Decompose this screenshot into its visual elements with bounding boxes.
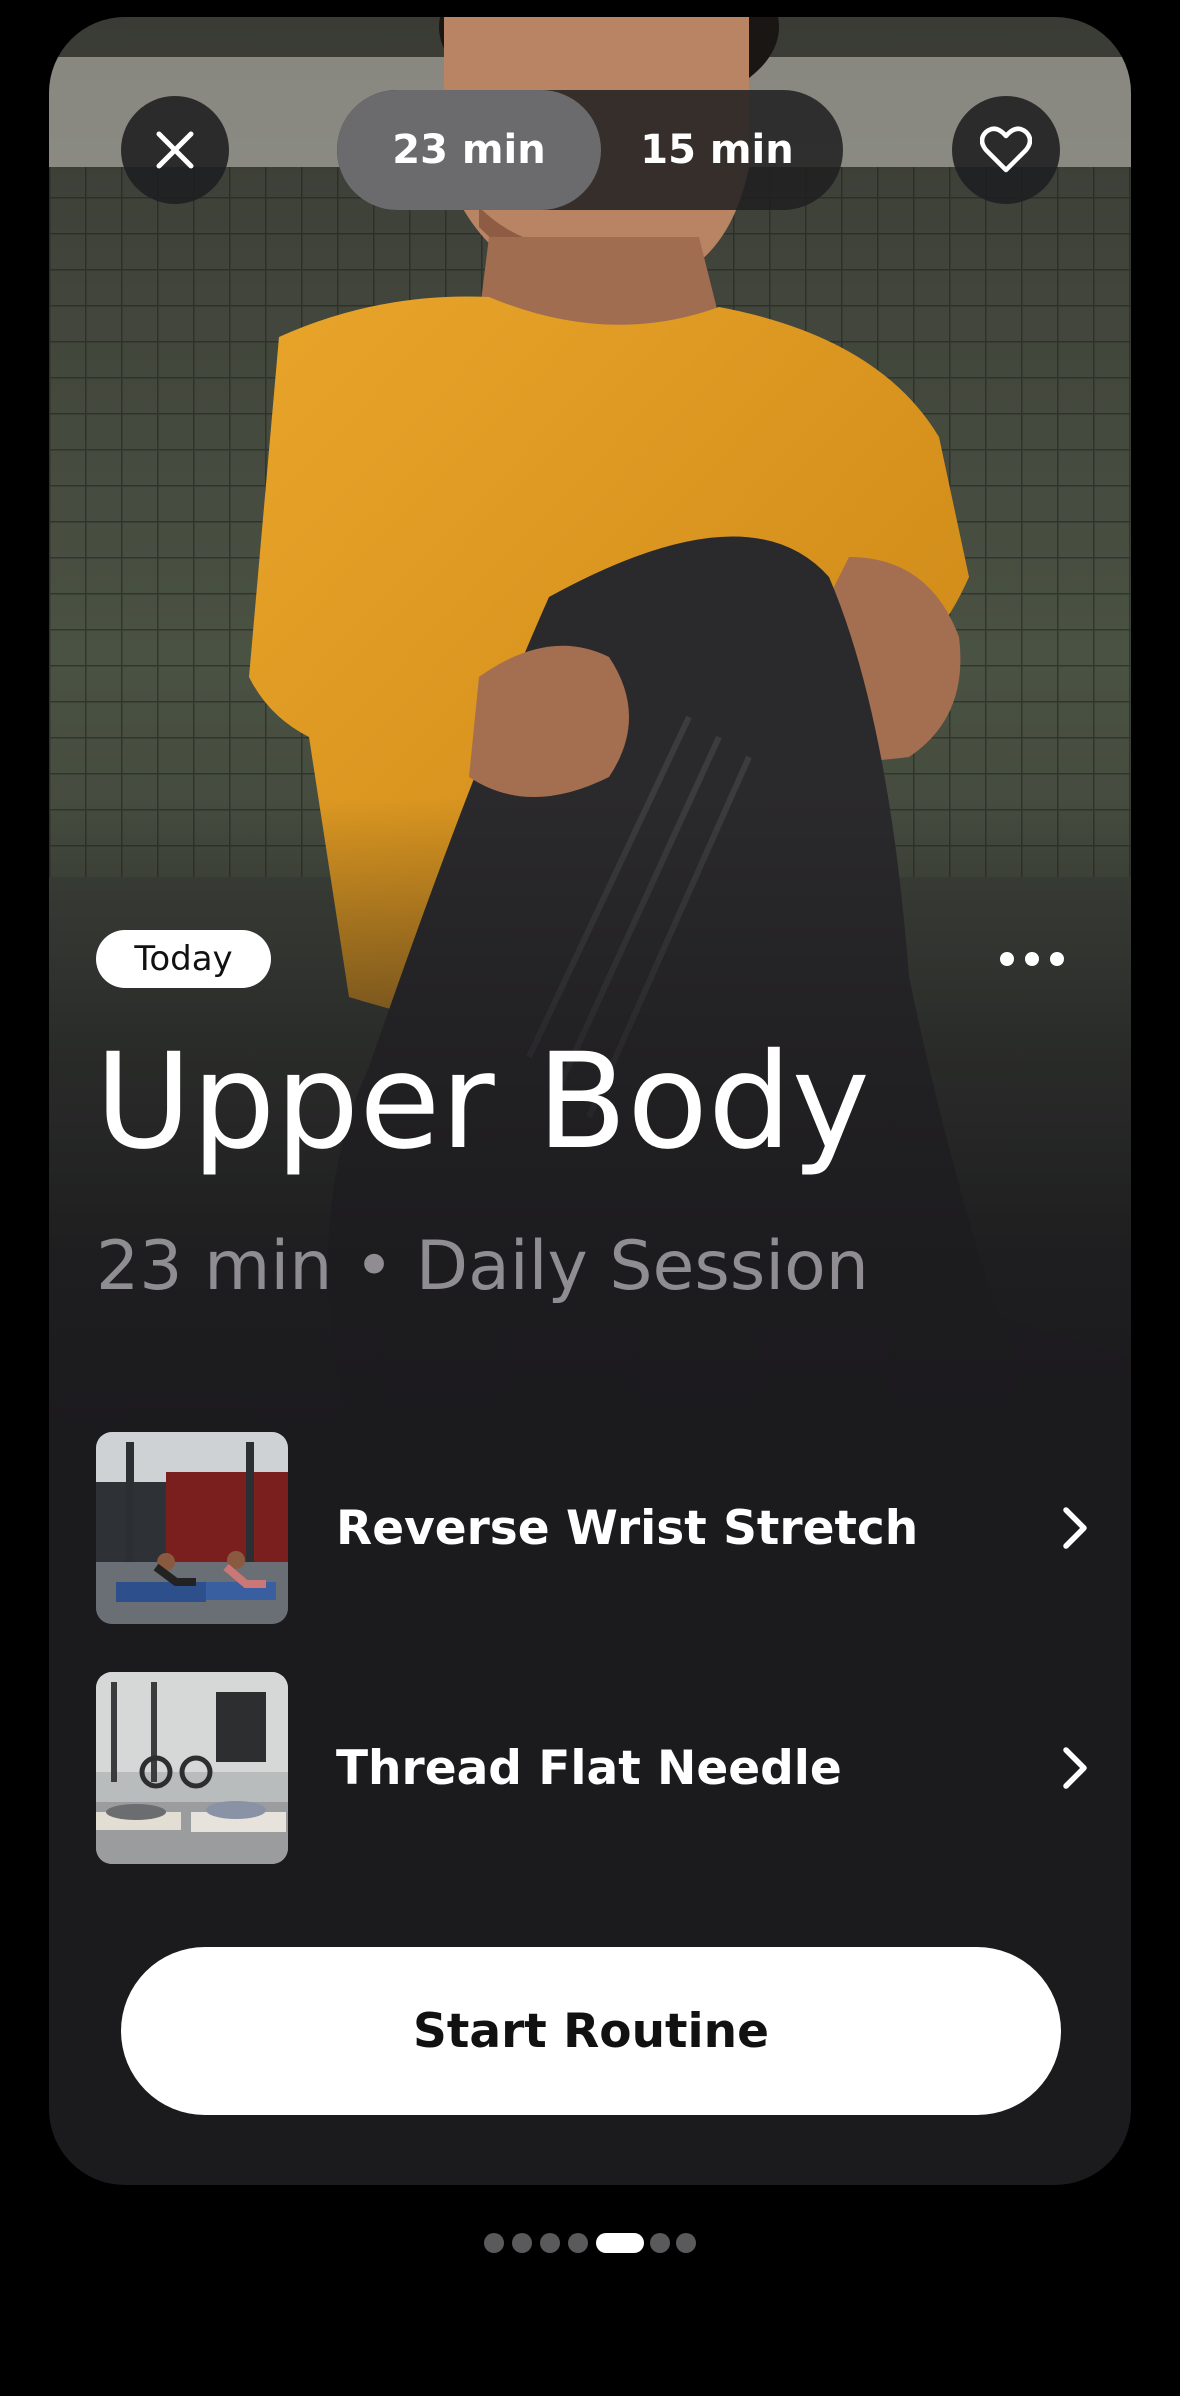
more-horizontal-icon <box>1000 952 1064 966</box>
page-dot[interactable] <box>650 2233 670 2253</box>
close-button[interactable] <box>121 96 229 204</box>
page-dot[interactable] <box>512 2233 532 2253</box>
chevron-right-icon <box>1063 1747 1087 1789</box>
page-dot[interactable] <box>676 2233 696 2253</box>
workout-subtitle: 23 min • Daily Session <box>96 1227 869 1306</box>
exercise-name: Thread Flat Needle <box>336 1740 842 1796</box>
duration-option-15[interactable]: 15 min <box>591 90 843 210</box>
favorite-button[interactable] <box>952 96 1060 204</box>
chevron-right-icon <box>1063 1507 1087 1549</box>
exercise-item-thread-flat-needle[interactable]: Thread Flat Needle <box>96 1672 1106 1864</box>
gym-photo-thumbnail <box>96 1432 288 1624</box>
workout-title: Upper Body <box>95 1025 870 1179</box>
duration-option-23[interactable]: 23 min <box>337 90 601 210</box>
gym-photo-thumbnail <box>96 1672 288 1864</box>
more-options-button[interactable] <box>992 931 1072 987</box>
page-indicator <box>484 2233 696 2253</box>
exercise-name: Reverse Wrist Stretch <box>336 1500 919 1556</box>
exercise-thumbnail <box>96 1672 288 1864</box>
duration-toggle: 23 min 15 min <box>337 90 843 210</box>
exercise-item-reverse-wrist-stretch[interactable]: Reverse Wrist Stretch <box>96 1432 1106 1624</box>
page-dot[interactable] <box>568 2233 588 2253</box>
today-badge: Today <box>96 930 271 988</box>
workout-card: 23 min 15 min Today Upper Body 23 min • … <box>49 17 1131 2185</box>
close-icon <box>156 131 194 169</box>
page-dot[interactable] <box>484 2233 504 2253</box>
heart-icon <box>980 126 1032 173</box>
start-routine-button[interactable]: Start Routine <box>121 1947 1061 2115</box>
page-dot[interactable] <box>540 2233 560 2253</box>
exercise-thumbnail <box>96 1432 288 1624</box>
page-dot-active[interactable] <box>596 2233 644 2253</box>
